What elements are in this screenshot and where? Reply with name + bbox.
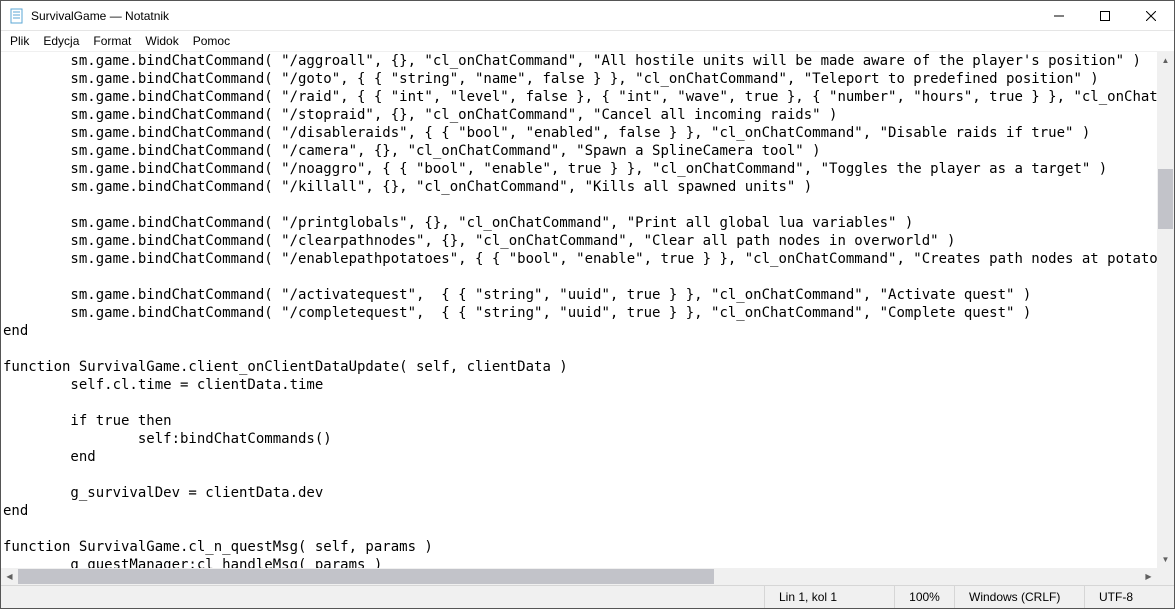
code-content[interactable]: sm.game.bindChatCommand( "/aggroall", {}…: [1, 52, 1157, 568]
menubar: Plik Edycja Format Widok Pomoc: [1, 31, 1174, 51]
menu-format[interactable]: Format: [86, 33, 138, 49]
scroll-down-icon[interactable]: ▼: [1157, 551, 1174, 568]
menu-help[interactable]: Pomoc: [186, 33, 237, 49]
scroll-up-icon[interactable]: ▲: [1157, 52, 1174, 69]
status-position: Lin 1, kol 1: [764, 586, 894, 608]
window-title: SurvivalGame — Notatnik: [31, 9, 1036, 23]
maximize-button[interactable]: [1082, 1, 1128, 31]
notepad-icon: [9, 8, 25, 24]
editor-area: sm.game.bindChatCommand( "/aggroall", {}…: [1, 51, 1174, 585]
vertical-scrollbar[interactable]: ▲ ▼: [1157, 52, 1174, 568]
menu-edit[interactable]: Edycja: [36, 33, 86, 49]
vscroll-thumb[interactable]: [1158, 169, 1173, 229]
status-zoom: 100%: [894, 586, 954, 608]
scroll-corner: [1157, 568, 1174, 585]
statusbar: Lin 1, kol 1 100% Windows (CRLF) UTF-8: [1, 585, 1174, 608]
status-encoding: UTF-8: [1084, 586, 1174, 608]
status-line-ending: Windows (CRLF): [954, 586, 1084, 608]
text-editor[interactable]: sm.game.bindChatCommand( "/aggroall", {}…: [1, 52, 1157, 568]
scroll-left-icon[interactable]: ◀: [1, 568, 18, 585]
hscroll-track[interactable]: [18, 568, 1140, 585]
titlebar: SurvivalGame — Notatnik: [1, 1, 1174, 31]
close-button[interactable]: [1128, 1, 1174, 31]
window-controls: [1036, 1, 1174, 31]
menu-view[interactable]: Widok: [138, 33, 185, 49]
vscroll-track[interactable]: [1157, 69, 1174, 551]
minimize-button[interactable]: [1036, 1, 1082, 31]
menu-file[interactable]: Plik: [3, 33, 36, 49]
scroll-right-icon[interactable]: ▶: [1140, 568, 1157, 585]
hscroll-thumb[interactable]: [18, 569, 714, 584]
horizontal-scrollbar[interactable]: ◀ ▶: [1, 568, 1157, 585]
